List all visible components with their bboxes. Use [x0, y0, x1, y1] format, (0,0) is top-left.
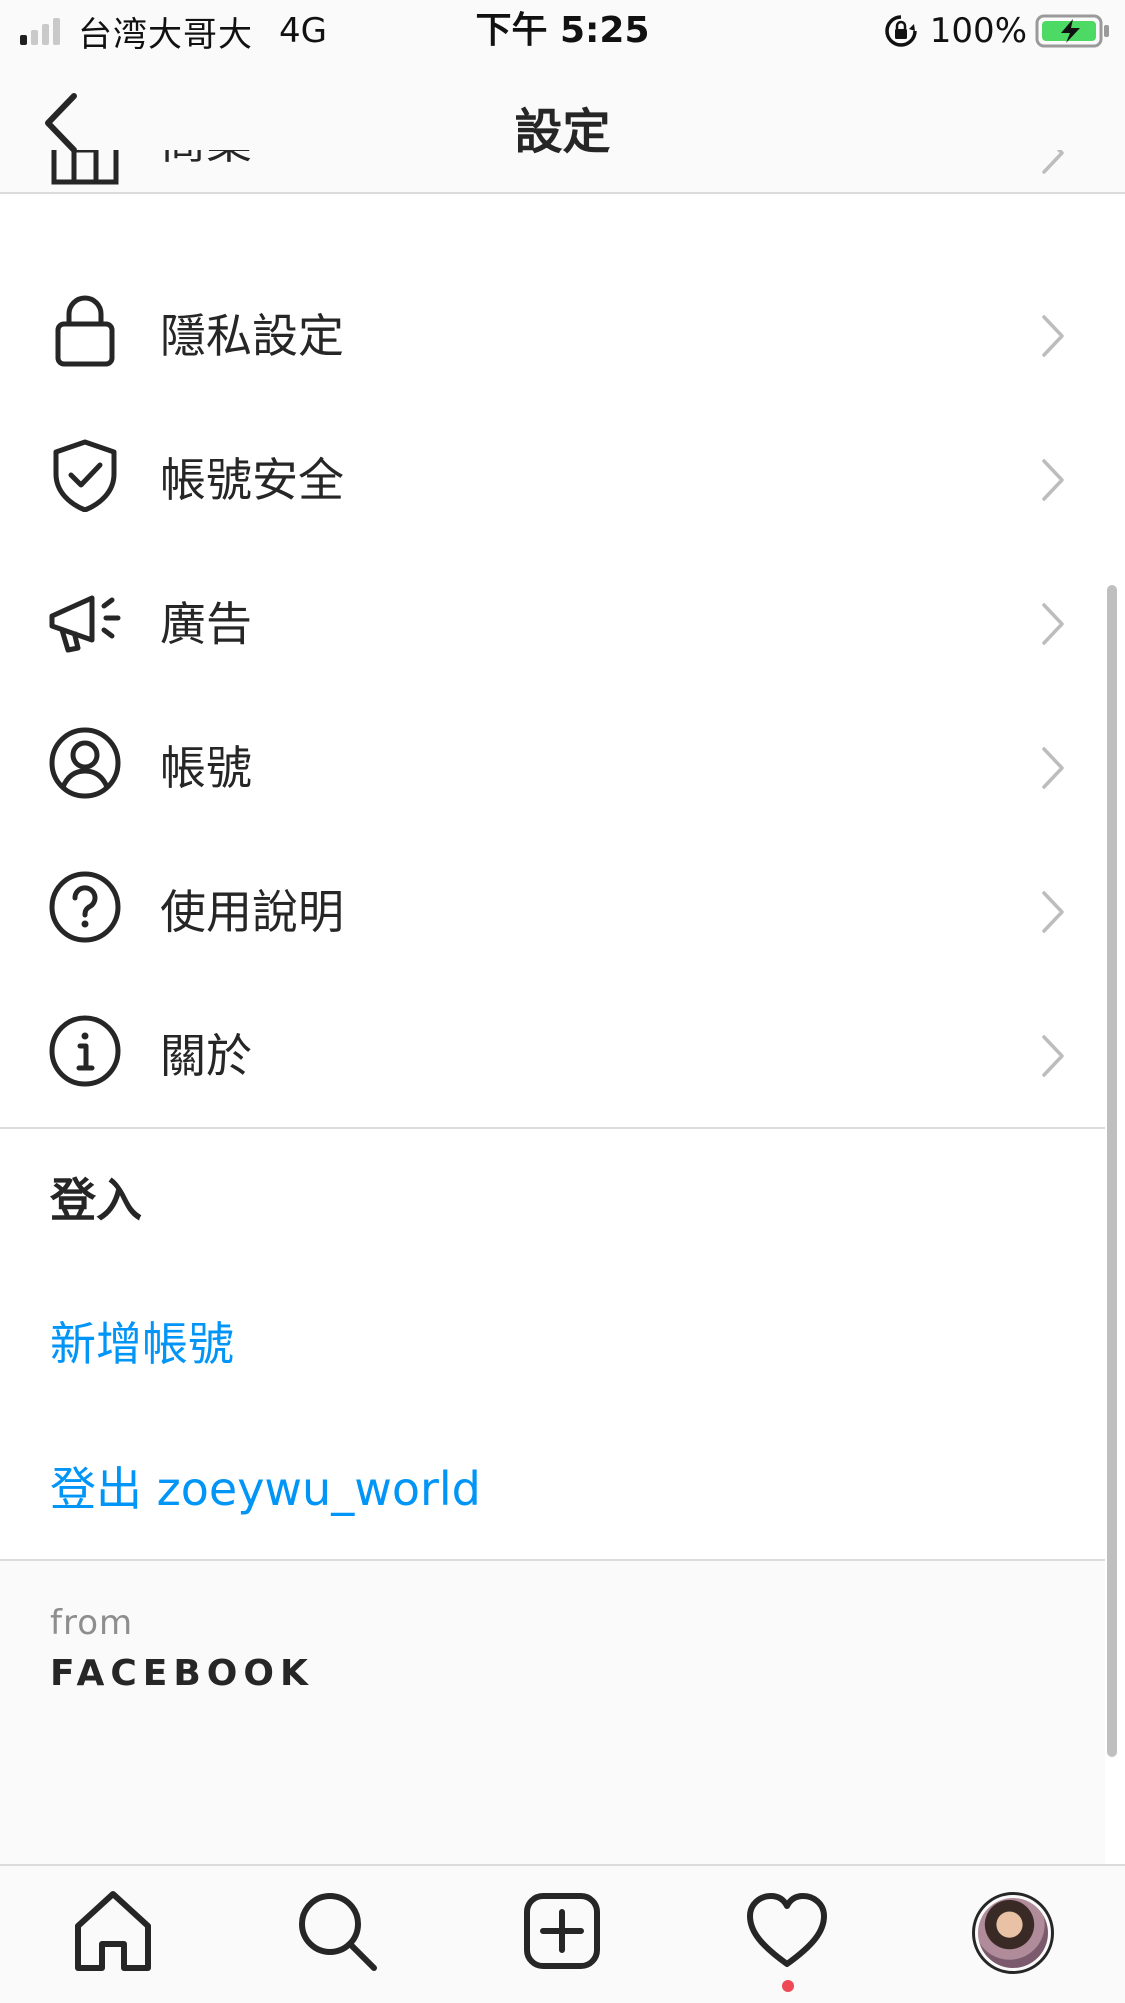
shop-icon [51, 150, 119, 185]
logout-link[interactable]: 登出 zoeywu_world [50, 1459, 481, 1519]
avatar-image [978, 1898, 1048, 1968]
tab-bar [0, 1864, 1125, 2003]
profile-avatar[interactable] [972, 1892, 1054, 1974]
lock-icon [55, 295, 115, 367]
chevron-right-icon [1042, 459, 1064, 501]
user-circle-icon [49, 727, 121, 799]
status-bar: 台湾大哥大 4G 下午 5:25 100% [0, 0, 1125, 62]
chevron-right-icon [1042, 891, 1064, 933]
status-right: 100% [882, 8, 1111, 54]
menu-item-about[interactable]: 關於 [0, 984, 1125, 1128]
battery-percent: 100% [929, 11, 1027, 51]
activity-notification-dot [782, 1980, 794, 1992]
new-post-icon[interactable] [517, 1886, 607, 1976]
menu-item-ads[interactable]: 廣告 [0, 552, 1125, 696]
add-account-link[interactable]: 新增帳號 [50, 1314, 234, 1374]
menu-item-label: 使用說明 [160, 885, 344, 939]
chevron-right-icon [1042, 603, 1064, 645]
chevron-right-icon [1042, 315, 1064, 357]
menu-item-security[interactable]: 帳號安全 [0, 408, 1125, 552]
menu-item-label: 帳號 [160, 741, 252, 795]
login-section-title: 登入 [50, 1173, 142, 1227]
megaphone-icon [49, 595, 121, 653]
battery-icon [1035, 14, 1109, 48]
chevron-right-icon [1042, 747, 1064, 789]
menu-item-account[interactable]: 帳號 [0, 696, 1125, 840]
footer-branding: from FACEBOOK [0, 1561, 1105, 1866]
chevron-right-icon [1042, 150, 1064, 174]
menu-item-label: 帳號安全 [160, 453, 344, 507]
from-label: from [50, 1603, 134, 1643]
orientation-lock-icon [885, 15, 917, 47]
menu-item-label: 隱私設定 [160, 309, 344, 363]
help-circle-icon [49, 871, 121, 943]
menu-item-label: 關於 [160, 1029, 252, 1083]
menu-item-privacy[interactable]: 隱私設定 [0, 264, 1125, 408]
menu-item-label: 商業 [160, 150, 252, 172]
facebook-brand: FACEBOOK [50, 1653, 314, 1694]
section-divider [0, 1127, 1105, 1129]
chevron-right-icon [1042, 1035, 1064, 1077]
menu-item-help[interactable]: 使用說明 [0, 840, 1125, 984]
heart-icon[interactable] [742, 1886, 832, 1976]
menu-item-business[interactable]: 商業 [0, 150, 1125, 226]
info-circle-icon [49, 1015, 121, 1087]
scrollbar[interactable] [1107, 585, 1117, 1757]
home-icon[interactable] [68, 1886, 158, 1976]
menu-item-label: 廣告 [160, 597, 252, 651]
search-icon[interactable] [292, 1886, 382, 1976]
shield-check-icon [53, 439, 117, 512]
